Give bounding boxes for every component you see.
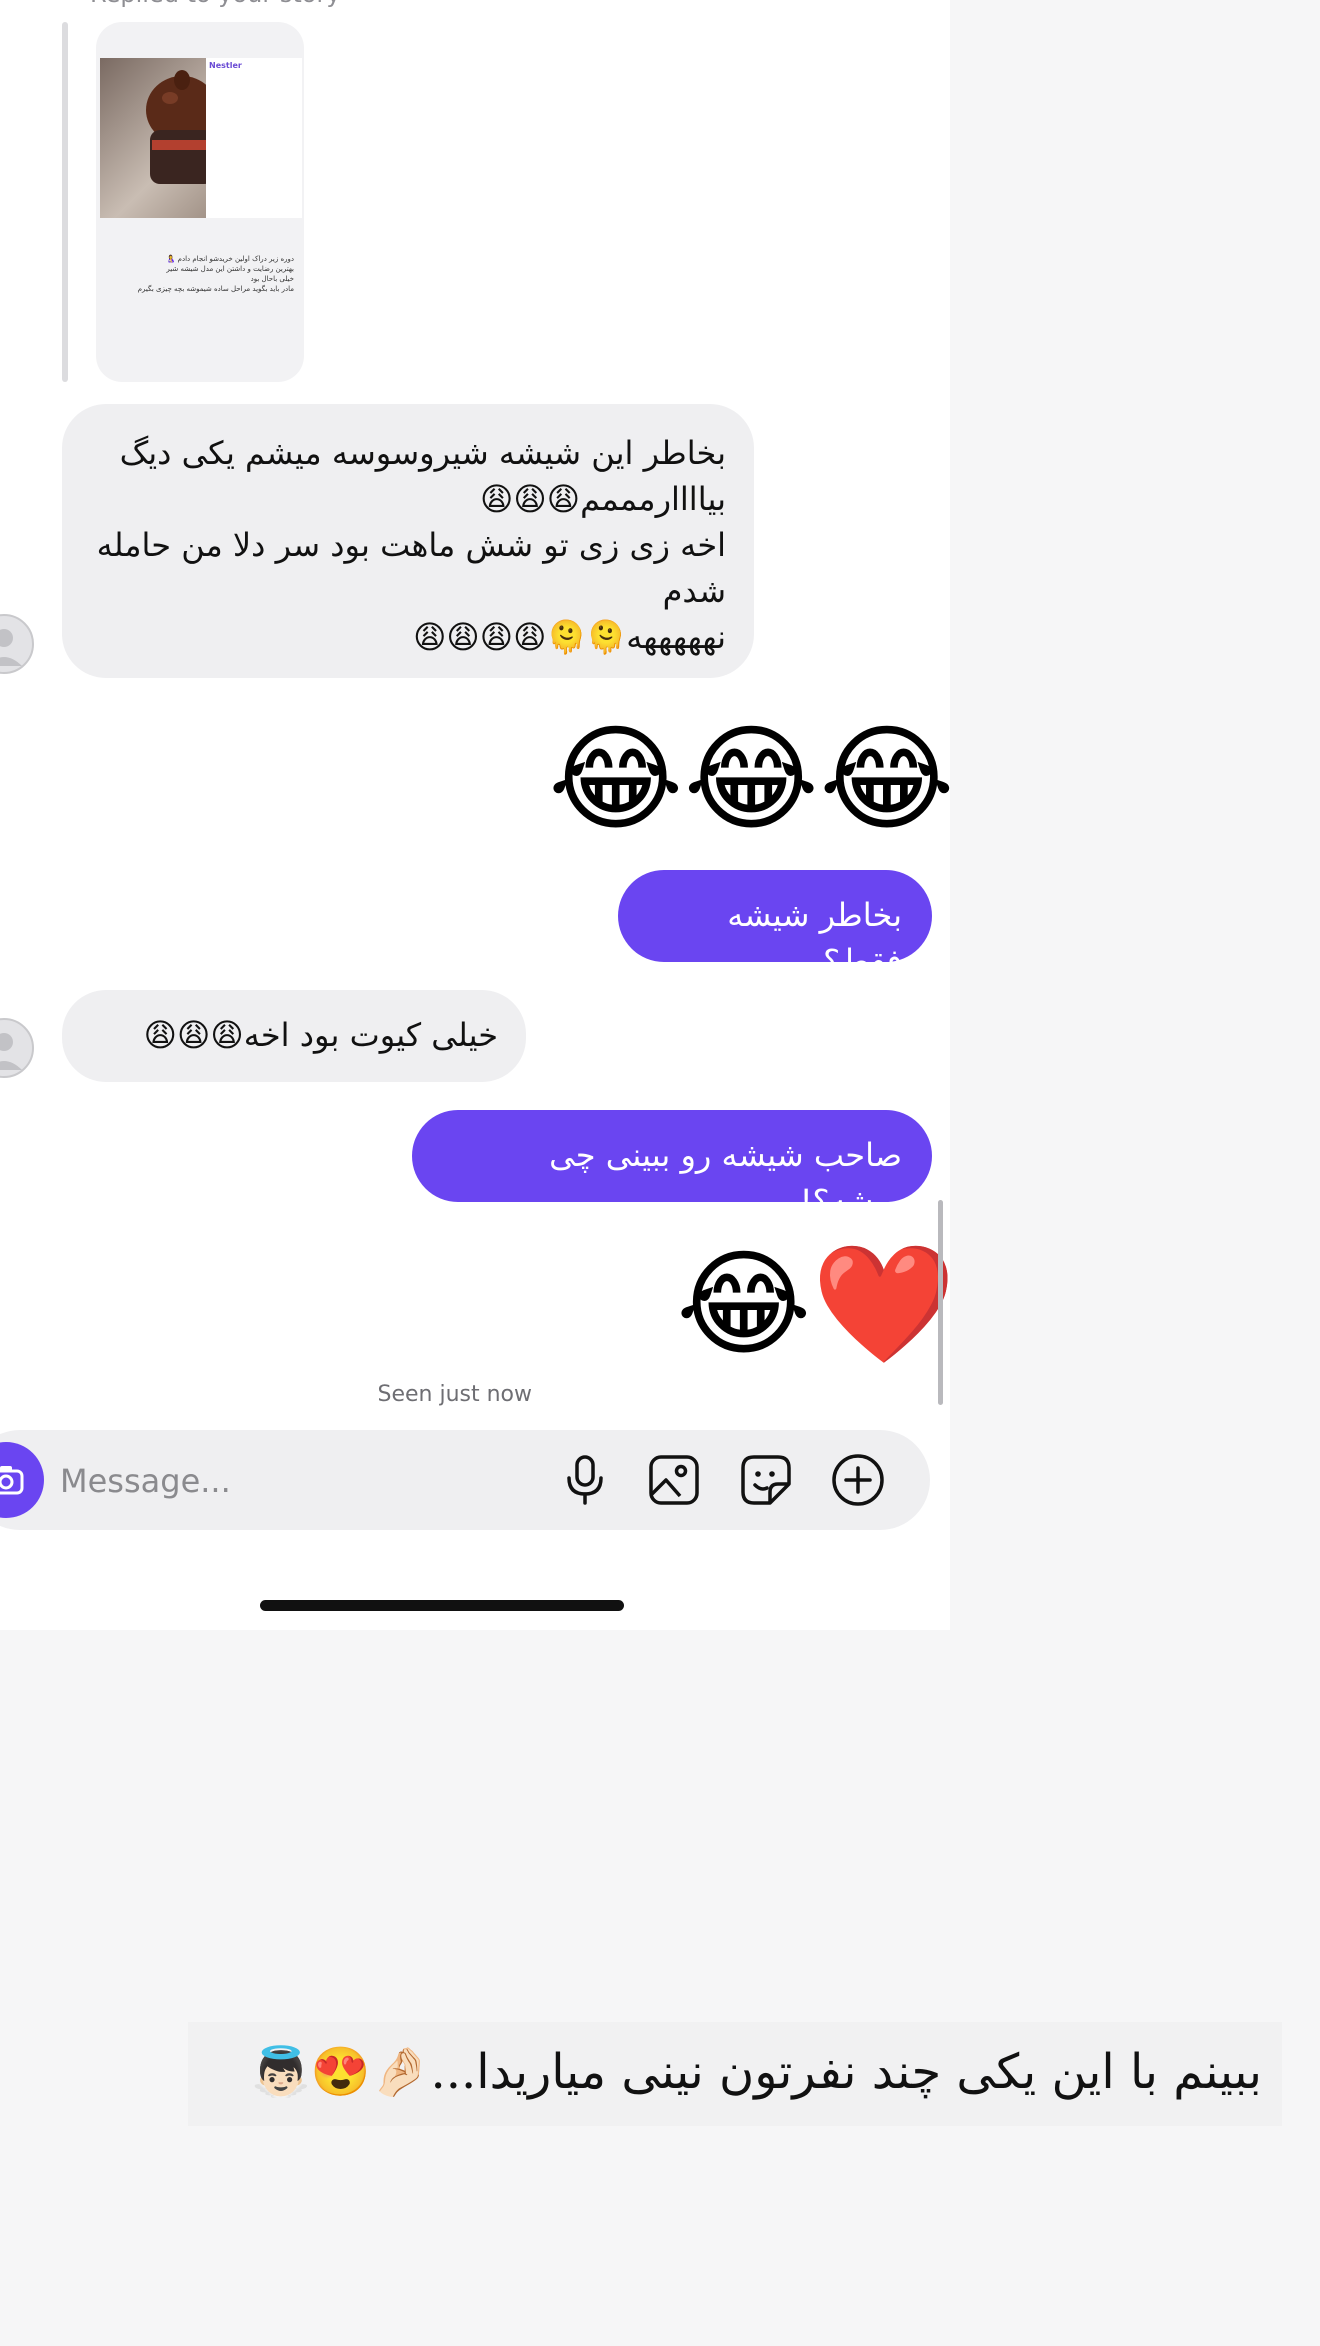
gallery-button[interactable] [646, 1452, 702, 1508]
incoming-message-bubble[interactable]: خیلی کیوت بود اخه😩😩😩 [62, 990, 526, 1082]
story-caption: دوره زیر دراک اولین خریدشو انجام دادم 🤱 … [110, 254, 294, 294]
sender-avatar[interactable] [0, 614, 34, 674]
camera-icon [0, 1466, 24, 1495]
avatar-icon [0, 1018, 34, 1078]
message-text: صاحب شیشه رو ببینی چی میشه؟! [549, 1136, 902, 1220]
sticker-button[interactable] [738, 1452, 794, 1508]
microphone-button[interactable] [557, 1452, 613, 1508]
story-overlay-caption: ببینم با این یکی چند نفرتون نینی میاریدا… [188, 2022, 1282, 2126]
plus-button[interactable] [830, 1452, 886, 1508]
sender-avatar[interactable] [0, 1018, 34, 1078]
seen-status: Seen just now [377, 1382, 532, 1407]
sticker-icon [741, 1455, 791, 1505]
message-text: خیلی کیوت بود اخه😩😩😩 [143, 1016, 498, 1054]
scrollbar[interactable] [938, 1200, 943, 1405]
outgoing-message-bubble[interactable]: بخاطر شیشه فقط؟ [618, 870, 932, 980]
story-text-line: مادر باید بگوید مراحل ساده شیموشه بچه چی… [137, 285, 294, 293]
story-text-line: خیلی باحال بود [250, 275, 294, 283]
outgoing-message-bubble[interactable]: صاحب شیشه رو ببینی چی میشه؟! [412, 1110, 932, 1220]
incoming-message-bubble[interactable]: بخاطر این شیشه شیروسوسه میشم یکی دیگ بیا… [62, 404, 754, 678]
gallery-icon [649, 1455, 699, 1505]
story-text-line: بهترین رضایت و داشتن این مدل شیشه شیر [166, 265, 294, 273]
story-text-panel: Nestler [206, 58, 302, 218]
emoji-message[interactable]: 😂❤️ [676, 1240, 950, 1370]
reply-indicator-bar [62, 22, 68, 382]
replied-to-story-caption: Replied to your story [90, 0, 341, 8]
avatar-icon [0, 614, 34, 674]
message-text: بخاطر شیشه فقط؟ [727, 896, 902, 980]
plus-icon [832, 1454, 884, 1506]
emoji-message[interactable]: 😂😂😂 [548, 715, 950, 845]
microphone-icon [567, 1455, 603, 1505]
message-input[interactable] [58, 1450, 542, 1512]
home-indicator [260, 1600, 624, 1611]
story-headline: دوره زیر دراک اولین خریدشو انجام دادم 🤱 [166, 255, 294, 263]
chat-panel: Replied to your story Nestler دوره زیر د… [0, 0, 950, 1630]
message-text: بخاطر این شیشه شیروسوسه میشم یکی دیگ بیا… [96, 434, 726, 656]
story-brand: Nestler [209, 61, 242, 70]
story-reply-preview[interactable]: Nestler دوره زیر دراک اولین خریدشو انجام… [96, 22, 304, 382]
